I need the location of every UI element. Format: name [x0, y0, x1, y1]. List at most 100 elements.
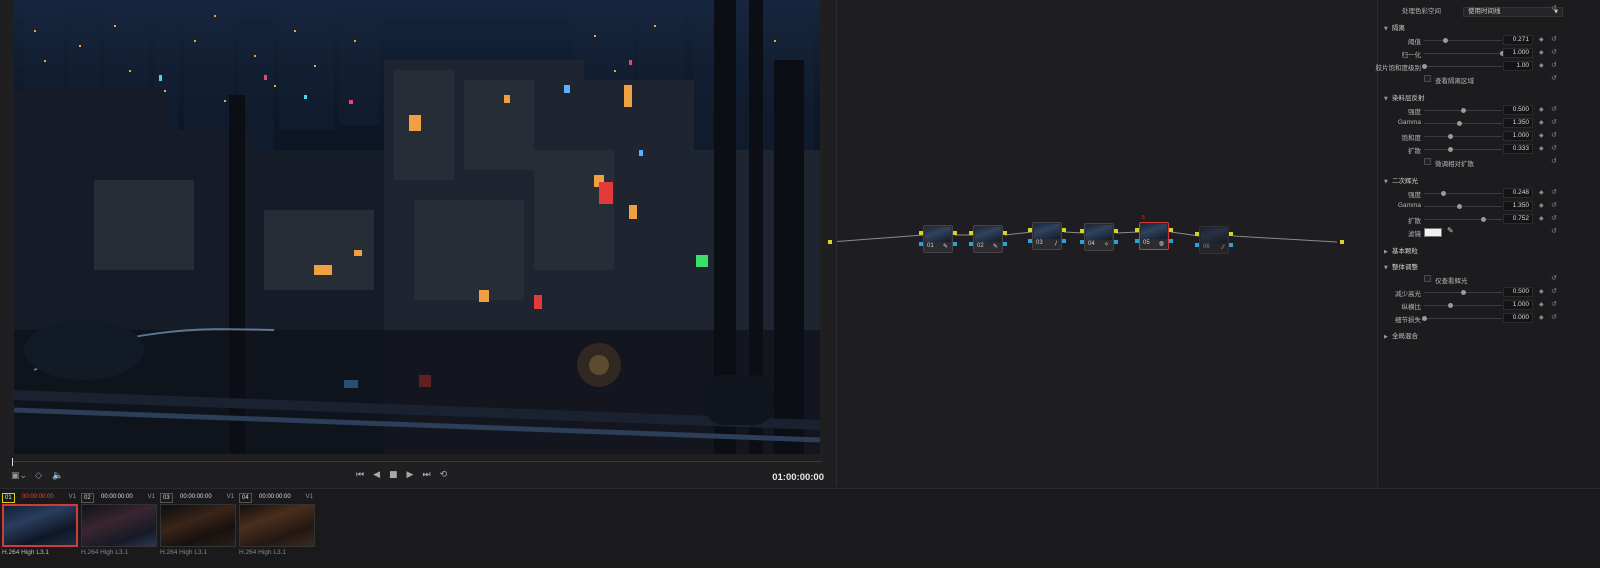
node-key-input-port[interactable] — [1028, 239, 1032, 243]
stop-icon[interactable]: ■ — [389, 470, 398, 480]
reduce-highlights-slider-handle[interactable] — [1461, 290, 1466, 295]
reset-icon[interactable]: ↺ — [1551, 157, 1557, 165]
node-02[interactable]: 02 ✎ — [973, 225, 1003, 253]
keyframe-icon[interactable]: ◆ — [1539, 36, 1544, 43]
hotspot-spread-slider-handle[interactable] — [1447, 147, 1453, 152]
normalize-value[interactable]: 1.000 — [1503, 48, 1533, 58]
section-global-blend[interactable]: ▶ 全局混合 — [1384, 330, 1418, 340]
node-05[interactable]: 05 ◍ — [1139, 222, 1169, 250]
node-input-port[interactable] — [919, 231, 923, 235]
hotspot-gamma-slider[interactable] — [1424, 123, 1502, 124]
hotspot-saturation-slider-handle[interactable] — [1447, 134, 1453, 139]
reduce-highlights-value[interactable]: 0.500 — [1503, 287, 1533, 297]
node-key-input-port[interactable] — [1135, 239, 1139, 243]
reset-icon[interactable]: ↺ — [1551, 274, 1557, 282]
reset-icon[interactable]: ↺ — [1551, 227, 1557, 235]
keyframe-icon[interactable]: ◆ — [1539, 145, 1544, 152]
reset-icon[interactable]: ↺ — [1551, 313, 1557, 321]
volume-icon[interactable]: 🔈 — [52, 471, 63, 481]
detail-loss-slider-handle[interactable] — [1422, 316, 1427, 321]
clip-04[interactable]: 04 00:00:00:00 V1 H.264 High L3.1 — [237, 493, 315, 565]
node-output-port[interactable] — [1169, 228, 1173, 232]
reset-icon[interactable]: ↺ — [1551, 131, 1557, 139]
hotspot-gamma-slider-handle[interactable] — [1457, 121, 1463, 126]
aspect-ratio-slider-handle[interactable] — [1447, 303, 1453, 308]
secondary-gamma-slider[interactable] — [1424, 206, 1502, 207]
node-key-output-port[interactable] — [1003, 242, 1007, 246]
section-secondary[interactable]: ▼ 二次辉光 — [1384, 175, 1418, 185]
clip-thumbnail[interactable] — [2, 504, 78, 547]
reset-icon[interactable]: ↺ — [1551, 287, 1557, 295]
keyframe-icon[interactable]: ◆ — [1539, 62, 1544, 69]
node-key-output-port[interactable] — [1062, 239, 1066, 243]
section-basic-grain[interactable]: ▶ 基本颗粒 — [1384, 245, 1418, 255]
filter-color-swatch[interactable] — [1424, 228, 1442, 237]
hotspot-strength-value[interactable]: 0.500 — [1503, 105, 1533, 115]
film-black-level-slider[interactable] — [1424, 66, 1502, 67]
clip-thumbnail[interactable] — [239, 504, 315, 547]
keyframe-icon[interactable]: ◆ — [1539, 49, 1544, 56]
hotspot-gamma-value[interactable]: 1.350 — [1503, 118, 1533, 128]
node-input-port[interactable] — [1135, 228, 1139, 232]
section-hotspot[interactable]: ▼ 染料层反射 — [1384, 92, 1425, 102]
node-key-input-port[interactable] — [919, 242, 923, 246]
go-to-start-icon[interactable]: ⏮ — [356, 470, 364, 480]
section-isolate[interactable]: ▼ 隔离 — [1384, 22, 1405, 32]
secondary-strength-value[interactable]: 0.248 — [1503, 188, 1533, 198]
clip-02[interactable]: 02 00:00:00:00 V1 H.264 High L3.1 — [79, 493, 157, 565]
reset-icon[interactable]: ↺ — [1551, 300, 1557, 308]
hotspot-spread-slider[interactable] — [1424, 149, 1502, 150]
secondary-spread-slider[interactable] — [1424, 219, 1502, 220]
normalize-slider[interactable] — [1424, 53, 1502, 54]
secondary-spread-slider-handle[interactable] — [1480, 217, 1486, 222]
aspect-ratio-value[interactable]: 1.000 — [1503, 300, 1533, 310]
view-mode-icon[interactable]: ▣⌄ — [11, 471, 27, 481]
keyframe-icon[interactable]: ◆ — [1539, 215, 1544, 222]
wipe-icon[interactable]: ◇ — [35, 471, 42, 481]
secondary-strength-slider[interactable] — [1424, 193, 1502, 194]
color-space-select[interactable]: 使用时间线 ▼ — [1463, 7, 1563, 17]
loop-icon[interactable]: ⟲ — [440, 470, 448, 480]
clip-03[interactable]: 03 00:00:00:00 V1 H.264 High L3.1 — [158, 493, 236, 565]
node-input-port[interactable] — [1195, 232, 1199, 236]
node-key-input-port[interactable] — [969, 242, 973, 246]
node-key-output-port[interactable] — [1229, 243, 1233, 247]
play-icon[interactable]: ▶ — [407, 470, 414, 480]
reset-icon[interactable]: ↺ — [1551, 61, 1557, 69]
clip-01[interactable]: 01 00:00:00:00 V1 H.264 High L3.1 — [0, 493, 78, 565]
secondary-gamma-value[interactable]: 1.350 — [1503, 201, 1533, 211]
keyframe-icon[interactable]: ◆ — [1539, 119, 1544, 126]
aspect-ratio-slider[interactable] — [1424, 305, 1502, 306]
show-glow-only-checkbox[interactable] — [1424, 275, 1431, 282]
clip-thumbnail[interactable] — [81, 504, 157, 547]
reset-icon[interactable]: ↺ — [1551, 144, 1557, 152]
source-input-port[interactable] — [828, 240, 832, 244]
node-key-output-port[interactable] — [1114, 240, 1118, 244]
detail-loss-slider[interactable] — [1424, 318, 1502, 319]
keyframe-icon[interactable]: ◆ — [1539, 301, 1544, 308]
relative-spread-checkbox[interactable] — [1424, 158, 1431, 165]
keyframe-icon[interactable]: ◆ — [1539, 314, 1544, 321]
section-overall[interactable]: ▼ 整体调整 — [1384, 261, 1418, 271]
output-port[interactable] — [1340, 240, 1344, 244]
hotspot-spread-value[interactable]: 0.333 — [1503, 144, 1533, 154]
playhead[interactable] — [12, 458, 13, 466]
reset-icon[interactable]: ↺ — [1551, 4, 1557, 12]
hotspot-saturation-slider[interactable] — [1424, 136, 1502, 137]
node-output-port[interactable] — [953, 231, 957, 235]
film-black-level-value[interactable]: 1.00 — [1503, 61, 1533, 71]
node-editor[interactable]: 01 ✎ 02 ✎ 03 ∕ 04 ✧ 05 ◍ 06 ⁄⁄ 5 — [828, 0, 1376, 487]
node-key-input-port[interactable] — [1080, 240, 1084, 244]
reset-icon[interactable]: ↺ — [1551, 188, 1557, 196]
video-frame[interactable] — [14, 0, 820, 454]
threshold-value[interactable]: 0.271 — [1503, 35, 1533, 45]
node-key-input-port[interactable] — [1195, 243, 1199, 247]
film-black-level-slider-handle[interactable] — [1422, 64, 1427, 69]
keyframe-icon[interactable]: ◆ — [1539, 202, 1544, 209]
keyframe-icon[interactable]: ◆ — [1539, 132, 1544, 139]
node-output-port[interactable] — [1062, 228, 1066, 232]
secondary-strength-slider-handle[interactable] — [1441, 191, 1447, 196]
viewer-scrubber[interactable] — [12, 458, 822, 466]
node-key-output-port[interactable] — [953, 242, 957, 246]
reset-icon[interactable]: ↺ — [1551, 48, 1557, 56]
